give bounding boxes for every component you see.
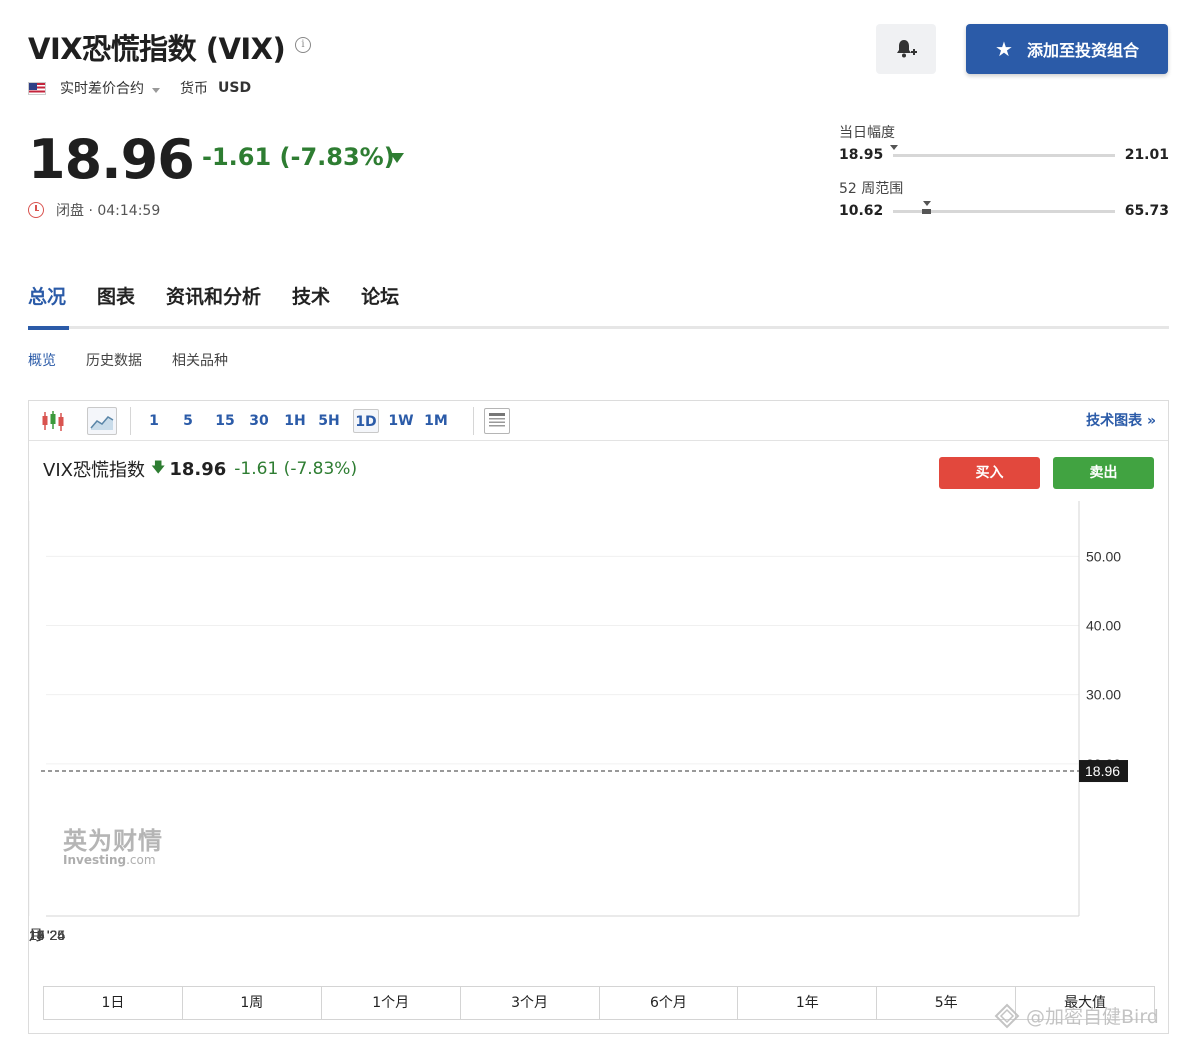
corner-watermark: @加密自健Bird xyxy=(994,1002,1159,1029)
y-axis-tick-label: 40.00 xyxy=(1086,618,1121,634)
sub-tabs: 概览 历史数据 相关品种 xyxy=(28,350,228,370)
corner-watermark-text: @加密自健Bird xyxy=(1026,1006,1159,1028)
tab-forum[interactable]: 论坛 xyxy=(361,282,399,309)
watermark-en-suffix: .com xyxy=(126,853,156,867)
diamond-logo-icon xyxy=(994,1003,1020,1028)
y-axis-tick-label: 50.00 xyxy=(1086,548,1121,564)
star-icon: ★ xyxy=(995,37,1013,61)
period-button-0[interactable]: 1日 xyxy=(44,987,183,1019)
price-change: -1.61 (-7.83%) xyxy=(202,143,395,171)
period-button-3[interactable]: 3个月 xyxy=(461,987,600,1019)
week52-range: 52 周范围 10.62 65.73 xyxy=(839,178,1169,219)
period-button-2[interactable]: 1个月 xyxy=(322,987,461,1019)
day-range-low: 18.95 xyxy=(839,147,884,163)
active-tab-indicator xyxy=(28,326,69,330)
bell-plus-icon xyxy=(897,40,917,58)
period-button-4[interactable]: 6个月 xyxy=(600,987,739,1019)
price-alert-button[interactable] xyxy=(876,24,936,74)
add-to-portfolio-button[interactable]: ★ 添加至投资组合 xyxy=(966,24,1168,74)
y-axis-tick-label: 30.00 xyxy=(1086,687,1121,703)
price-area-chart[interactable]: 50.0040.0030.0020.0014月 '2415月 '2416月 '2… xyxy=(29,401,1168,981)
contract-type-label: 实时差价合约 xyxy=(60,81,144,97)
instrument-meta: 实时差价合约 货币 USD xyxy=(28,78,251,98)
contract-type-select[interactable]: 实时差价合约 xyxy=(60,78,160,98)
currency-label: 货币 xyxy=(180,81,208,97)
subtab-related-instruments[interactable]: 相关品种 xyxy=(172,350,228,370)
week52-range-fill xyxy=(922,208,932,214)
page-title: VIX恐慌指数 (VIX) xyxy=(28,32,286,66)
x-axis-tick-label: 19 xyxy=(29,927,45,943)
day-range-bar xyxy=(890,144,1115,157)
week52-range-bar xyxy=(893,200,1115,214)
chart-panel: 1 5 15 30 1H 5H 1D 1W 1M 技术图表 » VIX恐慌指数 🡇 18.96 … xyxy=(28,400,1169,1034)
main-tabs: 总况 图表 资讯和分析 技术 论坛 xyxy=(28,282,399,309)
watermark-cn: 英为财情 xyxy=(63,827,163,855)
info-icon[interactable]: i xyxy=(295,37,311,53)
market-status: 闭盘 · 04:14:59 xyxy=(28,200,160,220)
week52-range-marker xyxy=(922,200,931,206)
last-price-tag-label: 18.96 xyxy=(1085,763,1120,779)
add-to-portfolio-label: 添加至投资组合 xyxy=(1026,41,1139,60)
period-button-5[interactable]: 1年 xyxy=(738,987,878,1019)
investing-watermark: 英为财情 Investing.com xyxy=(63,821,163,867)
currency-value: USD xyxy=(218,80,252,96)
tab-news-analysis[interactable]: 资讯和分析 xyxy=(166,282,261,309)
watermark-en-name: Investing xyxy=(63,853,127,867)
subtab-historical-data[interactable]: 历史数据 xyxy=(86,350,142,370)
week52-range-high: 65.73 xyxy=(1124,203,1169,219)
day-range-label: 当日幅度 xyxy=(839,125,895,141)
chevron-down-icon xyxy=(152,88,160,93)
period-button-1[interactable]: 1周 xyxy=(183,987,322,1019)
subtab-summary[interactable]: 概览 xyxy=(28,350,56,370)
period-selector: 1日 1周 1个月 3个月 6个月 1年 5年 最大值 xyxy=(43,986,1155,1020)
market-status-text: 闭盘 · 04:14:59 xyxy=(56,203,161,219)
tabs-divider xyxy=(28,326,1169,329)
week52-range-low: 10.62 xyxy=(839,203,884,219)
down-arrow-icon xyxy=(390,153,404,163)
day-range-high: 21.01 xyxy=(1124,147,1169,163)
week52-range-label: 52 周范围 xyxy=(839,181,904,197)
us-flag-icon xyxy=(28,81,46,95)
day-range-marker xyxy=(890,144,899,150)
watermark-en: Investing.com xyxy=(63,853,163,867)
tab-chart[interactable]: 图表 xyxy=(97,282,135,309)
clock-icon xyxy=(28,202,44,218)
tab-technical[interactable]: 技术 xyxy=(292,282,330,309)
last-price: 18.96 xyxy=(28,128,195,191)
day-range: 当日幅度 18.95 21.01 xyxy=(839,122,1169,163)
tab-overview[interactable]: 总况 xyxy=(28,282,66,309)
